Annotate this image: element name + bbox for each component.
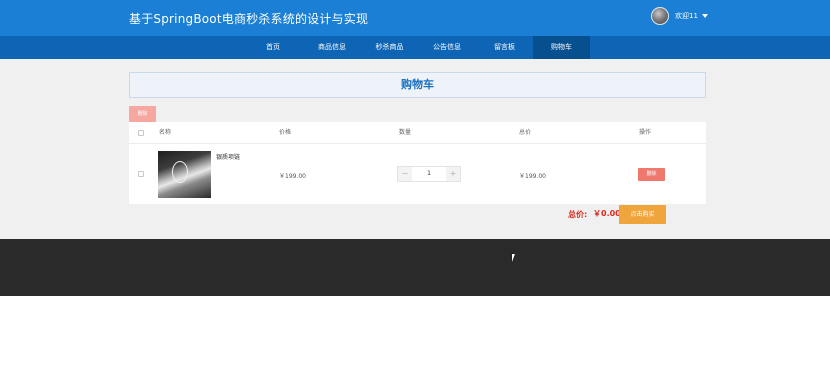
- total-amount: ￥0.00: [593, 209, 621, 218]
- product-name[interactable]: 银质项链: [216, 152, 240, 161]
- welcome-text[interactable]: 欢迎11: [675, 11, 698, 21]
- column-header-price: 价格: [279, 129, 292, 136]
- quantity-stepper: － 1 ＋: [397, 166, 461, 182]
- column-header-name: 名称: [159, 129, 172, 136]
- delete-button[interactable]: 删除: [638, 168, 665, 181]
- batch-delete-button[interactable]: 删除: [129, 106, 156, 122]
- nav-item-home[interactable]: 首页: [243, 36, 303, 59]
- quantity-input[interactable]: 1: [412, 167, 446, 181]
- product-image[interactable]: [158, 151, 211, 198]
- user-menu[interactable]: 欢迎11: [651, 7, 708, 25]
- increment-button[interactable]: ＋: [446, 167, 460, 181]
- decrement-button[interactable]: －: [398, 167, 412, 181]
- total-label: 总价:: [568, 210, 588, 219]
- main-nav: 首页 商品信息 秒杀商品 公告信息 留言板 购物车: [0, 36, 830, 59]
- column-header-total: 总价: [519, 129, 532, 136]
- site-title: 基于SpringBoot电商秒杀系统的设计与实现: [129, 12, 369, 26]
- row-checkbox[interactable]: [138, 171, 144, 177]
- top-header: 基于SpringBoot电商秒杀系统的设计与实现 欢迎11: [0, 0, 830, 36]
- avatar[interactable]: [651, 7, 669, 25]
- nav-item-flash-sale[interactable]: 秒杀商品: [361, 36, 418, 59]
- column-header-action: 操作: [639, 129, 652, 136]
- footer: [0, 239, 830, 296]
- cart-table: 名称 价格 数量 总价 操作 银质项链 ￥199.00 － 1 ＋ ￥199.0…: [129, 122, 706, 204]
- row-total: ￥199.00: [519, 173, 546, 180]
- table-row: 银质项链 ￥199.00 － 1 ＋ ￥199.00 删除: [129, 144, 706, 204]
- table-header-row: 名称 价格 数量 总价 操作: [129, 122, 706, 144]
- mouse-cursor-icon: [512, 254, 515, 262]
- chevron-down-icon[interactable]: [701, 14, 708, 18]
- page-title: 购物车: [129, 72, 706, 98]
- product-price: ￥199.00: [279, 173, 306, 180]
- column-header-quantity: 数量: [399, 129, 412, 136]
- cart-page: 购物车 删除 名称 价格 数量 总价 操作 银质项链 ￥199.00 － 1 ＋…: [0, 59, 830, 239]
- nav-item-cart[interactable]: 购物车: [533, 36, 590, 59]
- nav-item-announcements[interactable]: 公告信息: [418, 36, 476, 59]
- nav-item-products[interactable]: 商品信息: [303, 36, 361, 59]
- buy-button[interactable]: 点击购买: [619, 205, 666, 224]
- nav-item-message-board[interactable]: 留言板: [476, 36, 533, 59]
- select-all-checkbox[interactable]: [138, 130, 144, 136]
